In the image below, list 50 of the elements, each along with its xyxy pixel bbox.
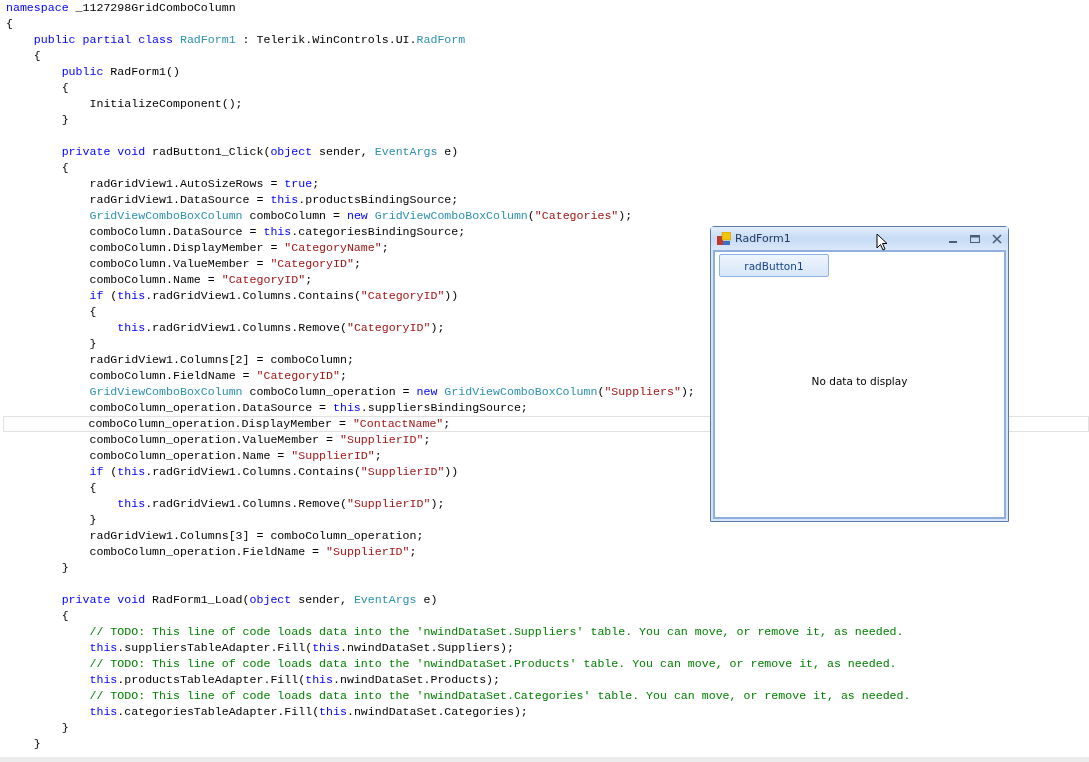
- code-line: private void radButton1_Click(object sender, EventArgs e): [60, 145, 459, 159]
- code-line: private void RadForm1_Load(object sender, EventArgs e): [60, 593, 438, 607]
- code-line: comboColumn.DataSource = this.categoriesBindingSource;: [88, 225, 466, 239]
- code-line: radGridView1.Columns[3] = comboColumn_operation;: [88, 529, 424, 543]
- code-line: comboColumn_operation.ValueMember = "SupplierID";: [88, 433, 431, 447]
- code-line: radGridView1.AutoSizeRows = true;: [88, 177, 320, 191]
- code-line: radGridView1.DataSource = this.productsBindingSource;: [88, 193, 459, 207]
- window-title: RadForm1: [735, 232, 791, 245]
- code-line: GridViewComboBoxColumn comboColumn = new GridViewComboBoxColumn("Categories");: [88, 209, 633, 223]
- code-line: this.suppliersTableAdapter.Fill(this.nwindDataSet.Suppliers);: [88, 641, 514, 655]
- code-line: {: [88, 481, 97, 495]
- code-line: {: [60, 161, 69, 175]
- code-line: }: [60, 561, 69, 575]
- code-line: public RadForm1(): [60, 65, 180, 79]
- code-line: if (this.radGridView1.Columns.Contains("CategoryID")): [88, 289, 459, 303]
- code-line: GridViewComboBoxColumn comboColumn_operation = new GridViewComboBoxColumn("Suppliers");: [88, 385, 695, 399]
- code-line: {: [32, 49, 41, 63]
- code-line: comboColumn.FieldName = "CategoryID";: [88, 369, 347, 383]
- code-line: comboColumn.DisplayMember = "CategoryName";: [88, 241, 389, 255]
- code-line: radGridView1.Columns[2] = comboColumn;: [88, 353, 354, 367]
- code-line: }: [32, 737, 41, 751]
- code-line: public partial class RadForm1 : Telerik.WinControls.UI.RadForm: [32, 33, 466, 47]
- app-icon: [717, 231, 731, 246]
- empty-message: No data to display: [811, 375, 908, 387]
- code-line: comboColumn_operation.FieldName = "SupplierID";: [88, 545, 417, 559]
- code-line: }: [60, 113, 69, 127]
- rad-button[interactable]: radButton1: [719, 254, 829, 277]
- code-line: {: [6, 17, 13, 31]
- code-line: }: [88, 513, 97, 527]
- code-line: // TODO: This line of code loads data into the 'nwindDataSet.Suppliers' table. You can move, or remove it, as needed.: [88, 625, 904, 639]
- code-line: this.productsTableAdapter.Fill(this.nwindDataSet.Products);: [88, 673, 500, 687]
- close-icon[interactable]: [992, 233, 1002, 244]
- code-line: this.radGridView1.Columns.Remove("CategoryID");: [116, 321, 445, 335]
- code-line: comboColumn.Name = "CategoryID";: [88, 273, 313, 287]
- code-line: // TODO: This line of code loads data into the 'nwindDataSet.Products' table. You can move, or remove it, as needed.: [88, 657, 897, 671]
- code-line: // TODO: This line of code loads data into the 'nwindDataSet.Categories' table. You can move, or remove it, as needed.: [88, 689, 911, 703]
- code-line: {: [60, 81, 69, 95]
- code-line: comboColumn_operation.Name = "SupplierID";: [88, 449, 382, 463]
- code-line: if (this.radGridView1.Columns.Contains("SupplierID")): [88, 465, 459, 479]
- code-line: }: [88, 337, 97, 351]
- code-line: this.categoriesTableAdapter.Fill(this.nwindDataSet.Categories);: [88, 705, 528, 719]
- code-line: comboColumn_operation.DataSource = this.suppliersBindingSource;: [88, 401, 528, 415]
- maximize-icon[interactable]: [970, 233, 980, 244]
- code-line: this.radGridView1.Columns.Remove("SupplierID");: [116, 497, 445, 511]
- code-line: comboColumn.ValueMember = "CategoryID";: [88, 257, 361, 271]
- code-line: {: [88, 305, 97, 319]
- code-line: namespace _1127298GridComboColumn: [6, 1, 236, 15]
- code-line: {: [60, 609, 69, 623]
- code-line: InitializeComponent();: [88, 97, 243, 111]
- code-line: }: [60, 721, 69, 735]
